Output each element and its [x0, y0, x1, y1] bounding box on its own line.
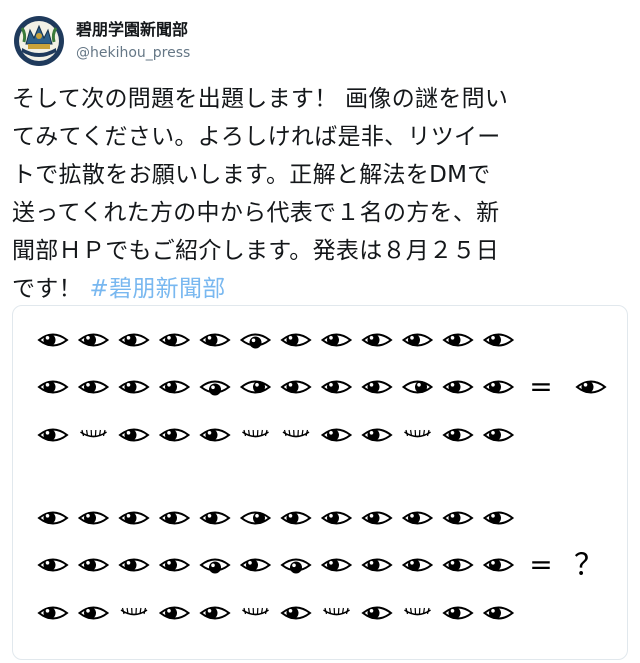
puzzle-eye-icon — [77, 333, 110, 347]
puzzle-eye-icon — [242, 429, 269, 438]
puzzle-eye-icon — [320, 511, 353, 525]
puzzle-eye-icon — [320, 380, 353, 394]
puzzle-eye-icon — [361, 428, 393, 442]
puzzle-eye-icon — [482, 606, 515, 620]
puzzle-eye-icon — [404, 429, 431, 438]
puzzle-eye-icon — [77, 606, 110, 620]
puzzle-eye-icon — [37, 606, 69, 620]
equals-sign: = — [529, 548, 552, 581]
puzzle-eye-icon — [482, 558, 515, 572]
tweet-text: そして次の問題を出題します！ 画像の謎を問い てみてください。よろしければ是非、… — [12, 80, 628, 308]
puzzle-eye-icon — [199, 333, 231, 347]
puzzle-eye-icon — [158, 380, 191, 394]
puzzle-eye-icon — [158, 333, 191, 347]
puzzle-eye-icon — [37, 511, 69, 525]
puzzle-eye-icon — [158, 428, 191, 442]
puzzle-eye-icon — [401, 558, 434, 572]
puzzle-eye-icon — [199, 380, 231, 396]
tweet-text-line-last: です！ #碧朋新聞部 — [12, 270, 628, 308]
puzzle-eye-icon — [77, 558, 110, 572]
puzzle-eye-icon — [280, 606, 312, 620]
puzzle-eye-icon — [401, 380, 434, 394]
puzzle-eye-icon — [239, 333, 272, 349]
puzzle-eye-icon — [118, 380, 150, 394]
puzzle-eye-icon — [199, 606, 231, 620]
puzzle-eye-icon — [361, 558, 393, 572]
tweet-text-line: 聞部ＨＰでもご紹介します。発表は８月２５日 — [12, 238, 499, 264]
puzzle-eye-icon — [242, 607, 269, 616]
puzzle-eye-icon — [280, 511, 312, 525]
puzzle-eye-icon — [442, 333, 474, 347]
puzzle-eye-icon — [361, 511, 393, 525]
puzzle-eye-icon — [239, 558, 272, 572]
puzzle-eye-icon — [239, 511, 272, 525]
avatar[interactable] — [12, 14, 66, 68]
puzzle-eye-icon — [37, 558, 69, 572]
puzzle-eye-icon — [361, 380, 393, 394]
puzzle-eye-icon — [361, 333, 393, 347]
puzzle-eye-icon — [482, 380, 515, 394]
puzzle-eye-icon — [239, 380, 272, 394]
tweet-text-line: トで拡散をお願いします。正解と解法をDMで — [12, 162, 491, 188]
puzzle-eye-icon — [37, 333, 69, 347]
puzzle-eye-icon — [404, 607, 431, 616]
puzzle-eye-icon — [118, 333, 150, 347]
hashtag-link[interactable]: #碧朋新聞部 — [90, 276, 226, 302]
puzzle-eye-icon — [280, 333, 312, 347]
tweet-text-tail: です！ — [12, 276, 90, 302]
puzzle-eye-icon — [482, 333, 515, 347]
puzzle-eye-icon — [77, 380, 110, 394]
puzzle-grid: = = ？ — [37, 333, 607, 620]
puzzle-eye-icon — [158, 606, 191, 620]
puzzle-eye-icon — [280, 380, 312, 394]
puzzle-eye-icon — [442, 558, 474, 572]
puzzle-eye-icon — [320, 428, 353, 442]
puzzle-eye-icon — [401, 333, 434, 347]
tweet-text-line: てみてください。よろしければ是非、リツイー — [12, 124, 501, 150]
puzzle-eye-icon — [361, 606, 393, 620]
school-crest-icon — [12, 14, 66, 68]
puzzle-eye-icon — [158, 558, 191, 572]
puzzle-eye-icon — [199, 428, 231, 442]
puzzle-eye-icon — [323, 607, 350, 616]
puzzle-eye-icon — [118, 428, 150, 442]
display-name[interactable]: 碧朋学園新聞部 — [76, 20, 190, 40]
puzzle-eye-icon — [442, 380, 474, 394]
puzzle-eye-icon — [158, 511, 191, 525]
user-handle[interactable]: @hekihou_press — [76, 43, 190, 63]
puzzle-eye-icon — [320, 558, 353, 572]
puzzle-eye-icon — [118, 511, 150, 525]
puzzle-eye-icon — [118, 558, 150, 572]
answer-question-mark: ？ — [574, 548, 604, 583]
answer-eye-icon — [575, 380, 607, 394]
puzzle-eye-icon — [280, 558, 312, 574]
puzzle-eye-icon — [37, 380, 69, 394]
tweet-text-line: 送ってくれた方の中から代表で１名の方を、新 — [12, 200, 500, 226]
tweet-header: 碧朋学園新聞部 @hekihou_press — [12, 12, 412, 68]
puzzle-eye-icon — [320, 333, 353, 347]
account-names: 碧朋学園新聞部 @hekihou_press — [76, 20, 190, 63]
puzzle-eye-icon — [442, 428, 474, 442]
tweet-text-line: そして次の問題を出題します！ 画像の謎を問い — [12, 86, 509, 112]
puzzle-eye-icon — [442, 511, 474, 525]
puzzle-eye-icon — [282, 429, 310, 438]
puzzle-eye-icon — [401, 511, 434, 525]
puzzle-eye-icon — [482, 511, 515, 525]
puzzle-eye-icon — [120, 607, 148, 616]
equals-sign: = — [529, 370, 552, 403]
puzzle-eye-icon — [442, 606, 474, 620]
puzzle-eye-icon — [77, 511, 110, 525]
tweet-card: 碧朋学園新聞部 @hekihou_press そして次の問題を出題します！ 画像… — [0, 0, 640, 663]
puzzle-image[interactable]: = = ？ — [12, 305, 628, 660]
puzzle-eye-icon — [80, 429, 107, 438]
puzzle-eye-icon — [199, 511, 231, 525]
puzzle-eye-icon — [37, 428, 69, 442]
puzzle-eye-icon — [482, 428, 515, 442]
puzzle-eye-icon — [199, 558, 231, 574]
